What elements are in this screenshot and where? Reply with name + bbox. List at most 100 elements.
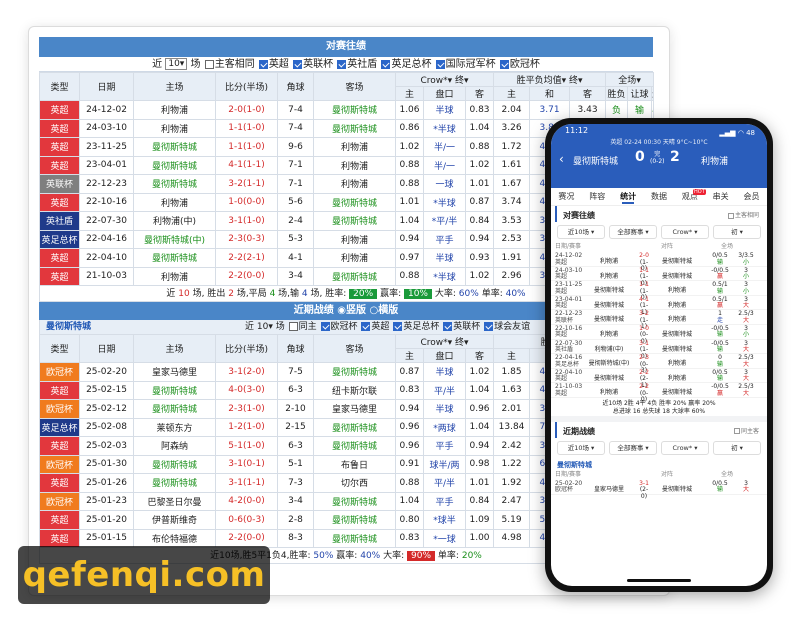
recent-cell-home[interactable]: 曼彻斯特城 — [133, 454, 216, 474]
recent-cell-away[interactable]: 切尔西 — [313, 473, 396, 493]
recent-cell-home[interactable]: 曼彻斯特城 — [133, 399, 216, 419]
phone-filter2-company[interactable]: Crow* ▾ — [661, 440, 709, 455]
r-term-select[interactable]: 终▾ — [455, 338, 469, 348]
recent-cell-away[interactable]: 曼彻斯特城 — [313, 436, 396, 456]
tab-parlay[interactable]: 串关 — [713, 188, 729, 205]
recent-cell-home[interactable]: 布伦特福德 — [133, 528, 216, 548]
phone-filter2-term[interactable]: 初 ▾ — [713, 440, 761, 455]
h2h-cell-home[interactable]: 曼彻斯特城 — [133, 137, 216, 157]
h2h-cell-home[interactable]: 利物浦 — [133, 118, 216, 138]
h2h-row[interactable]: 英超 24-12-02 利物浦 2-0(1-0) 7-4 曼彻斯特城 1.06 半球 0.83 2… — [39, 100, 655, 120]
tab-data[interactable]: 数据 — [651, 188, 667, 205]
recent-count-select[interactable]: 10▾ — [257, 322, 273, 332]
phone-h2h-row[interactable]: 22-07-30 英社盾 利物浦(中) 3-1 (1-0) 曼彻斯特城 -0/0.5 输 3 大 — [551, 340, 767, 359]
phone-h2h-row[interactable]: 22-04-16 英足总杯 曼彻斯特城(中) 2-3 (0-3) 利物浦 0 输 2.5/3 大 — [551, 354, 767, 374]
h2h-cell-home[interactable]: 利物浦(中) — [133, 211, 216, 231]
term2-select[interactable]: 终▾ — [569, 76, 583, 86]
tab-lineup[interactable]: 阵容 — [589, 188, 605, 205]
tab-views[interactable]: 观点 HOT — [682, 188, 706, 205]
company-select[interactable]: Crow*▾ — [420, 76, 452, 86]
h2h-cell-away[interactable]: 曼彻斯特城 — [313, 192, 396, 212]
h2h-cell-away[interactable]: 利物浦 — [313, 248, 396, 268]
phone-filter2-count[interactable]: 近10场 ▾ — [557, 440, 605, 455]
recent-cell-home[interactable]: 巴黎圣日尔曼 — [133, 491, 216, 511]
recent-league-checkbox-1[interactable] — [361, 322, 371, 331]
h2h-cell-away[interactable]: 利物浦 — [313, 174, 396, 194]
tab-member[interactable]: 会员 — [743, 188, 759, 205]
phone-h2h-row[interactable]: 22-12-23 英联杯 曼彻斯特城 3-2 (1-1) 利物浦 1 走 2.5/3 大 — [551, 310, 767, 330]
h2h-cell-home[interactable]: 曼彻斯特城(中) — [133, 229, 216, 249]
r-company-cell[interactable]: Crow*▾ 终▾ — [394, 334, 495, 349]
recent-cell-away[interactable]: 曼彻斯特城 — [313, 528, 396, 548]
phone-same-checkbox[interactable] — [727, 212, 734, 219]
h2h-cell-away[interactable]: 曼彻斯特城 — [313, 266, 396, 286]
wdl-select[interactable]: 胜平负均值▾ — [517, 76, 567, 86]
recent-cell-home[interactable]: 曼彻斯特城 — [133, 380, 216, 400]
recent-cell-away[interactable]: 曼彻斯特城 — [313, 510, 396, 530]
all-select-cell[interactable]: 全场▾ — [605, 72, 655, 87]
phone-same-option[interactable]: 主客相同 — [727, 210, 759, 219]
phone-filter-term[interactable]: 初 ▾ — [713, 225, 761, 239]
h2h-cell-home[interactable]: 曼彻斯特城 — [133, 248, 216, 268]
h2h-cell-home[interactable]: 利物浦 — [133, 192, 216, 212]
phone-h2h-row[interactable]: 23-11-25 英超 曼彻斯特城 1-1 (1-0) 利物浦 0.5/1 输 3 小 — [551, 281, 767, 301]
league-checkbox-0[interactable] — [258, 59, 268, 69]
phone-filter2-league[interactable]: 全部赛事 ▾ — [609, 440, 657, 455]
h2h-cell-home[interactable]: 利物浦 — [133, 266, 216, 286]
recent-cell-away[interactable]: 曼彻斯特城 — [313, 362, 396, 382]
phone-filter-count[interactable]: 近10场 ▾ — [557, 225, 605, 239]
recent-cell-home[interactable]: 皇家马德里 — [133, 362, 216, 382]
h2h-cell-away[interactable]: 曼彻斯特城 — [313, 100, 396, 120]
back-arrow-icon[interactable]: ‹ — [559, 152, 564, 166]
h2h-cell-away[interactable]: 利物浦 — [313, 137, 396, 157]
h2h-cell-home[interactable]: 利物浦 — [133, 100, 216, 120]
term-select[interactable]: 终▾ — [455, 76, 469, 86]
phone-same2-option[interactable]: 同主客 — [733, 426, 759, 435]
h2h-cell-away[interactable]: 利物浦 — [313, 229, 396, 249]
recent-cell-away[interactable]: 布鲁日 — [313, 454, 396, 474]
phone-same2-checkbox[interactable] — [733, 428, 740, 435]
recent-cell-home[interactable]: 曼彻斯特城 — [133, 473, 216, 493]
recent-league-checkbox-0[interactable] — [320, 322, 330, 331]
recent-cell-away[interactable]: 皇家马德里 — [313, 399, 396, 419]
wdl-select-cell[interactable]: 胜平负均值▾ 终▾ — [493, 72, 607, 87]
phone-h2h-row[interactable]: 22-10-16 英超 利物浦 1-0 (0-0) 曼彻斯特城 -0/0.5 输 3 小 — [551, 325, 767, 345]
phone-h2h-row[interactable]: 24-12-02 英超 利物浦 2-0 (1-0) 曼彻斯特城 0/0.5 输 3/3.5 小 — [551, 252, 767, 272]
phone-recent-row[interactable]: 25-02-20 欧冠杯 皇家马德里 3-1 (2-0) 曼彻斯特城 0/0.5 输 … — [551, 480, 767, 500]
league-checkbox-3[interactable] — [381, 59, 391, 69]
recent-cell-away[interactable]: 曼彻斯特城 — [313, 491, 396, 511]
recent-cell-home[interactable]: 伊普斯维奇 — [133, 510, 216, 530]
phone-h2h-row[interactable]: 21-10-03 英超 利物浦 2-2 (0-0) 曼彻斯特城 -0/0.5 赢 2.5/3 大 — [551, 383, 767, 403]
recent-league-checkbox-2[interactable] — [393, 322, 403, 331]
company-select-cell[interactable]: Crow*▾ 终▾ — [394, 72, 495, 87]
phone-filter-league[interactable]: 全部赛事 ▾ — [609, 225, 657, 239]
recent-league-checkbox-3[interactable] — [443, 322, 453, 331]
league-checkbox-5[interactable] — [499, 59, 509, 69]
h2h-cell-home[interactable]: 曼彻斯特城 — [133, 155, 216, 175]
league-checkbox-2[interactable] — [337, 59, 347, 69]
h2h-cell-away[interactable]: 利物浦 — [313, 155, 396, 175]
recent-cell-away[interactable]: 曼彻斯特城 — [313, 417, 396, 437]
recent-cell-away[interactable]: 纽卡斯尔联 — [313, 380, 396, 400]
recent-cell-home[interactable]: 阿森纳 — [133, 436, 216, 456]
recent-league-checkbox-4[interactable] — [484, 322, 494, 331]
r-company-select[interactable]: Crow*▾ — [420, 338, 452, 348]
league-checkbox-1[interactable] — [293, 59, 303, 69]
league-checkbox-4[interactable] — [435, 59, 445, 69]
tab-stats[interactable]: 统计 — [620, 188, 636, 205]
same-home-away-checkbox[interactable] — [204, 59, 214, 69]
layout-radio-horizontal[interactable]: ○ — [369, 305, 378, 316]
layout-radio-vertical[interactable]: ◉ — [337, 305, 346, 316]
recent-cell-home[interactable]: 莱顿东方 — [133, 417, 216, 437]
phone-filter-company[interactable]: Crow* ▾ — [661, 225, 709, 239]
recent-same-checkbox[interactable] — [288, 322, 298, 331]
h2h-cell-away[interactable]: 曼彻斯特城 — [313, 211, 396, 231]
phone-h2h-row[interactable]: 24-03-10 英超 利物浦 1-1 (1-0) 曼彻斯特城 -0/0.5 赢 3 小 — [551, 267, 767, 286]
phone-h2h-row[interactable]: 22-04-10 英超 曼彻斯特城 2-2 (2-1) 利物浦 0/0.5 输 3 大 — [551, 369, 767, 388]
h2h-cell-away[interactable]: 曼彻斯特城 — [313, 118, 396, 138]
count-select[interactable]: 10▾ — [165, 58, 188, 70]
phone-h2h-row[interactable]: 23-04-01 英超 曼彻斯特城 4-1 (1-1) 利物浦 0.5/1 赢 3 大 — [551, 296, 767, 315]
all-select[interactable]: 全场▾ — [618, 76, 641, 86]
tab-live[interactable]: 赛况 — [558, 188, 574, 205]
h2h-cell-home[interactable]: 曼彻斯特城 — [133, 174, 216, 194]
